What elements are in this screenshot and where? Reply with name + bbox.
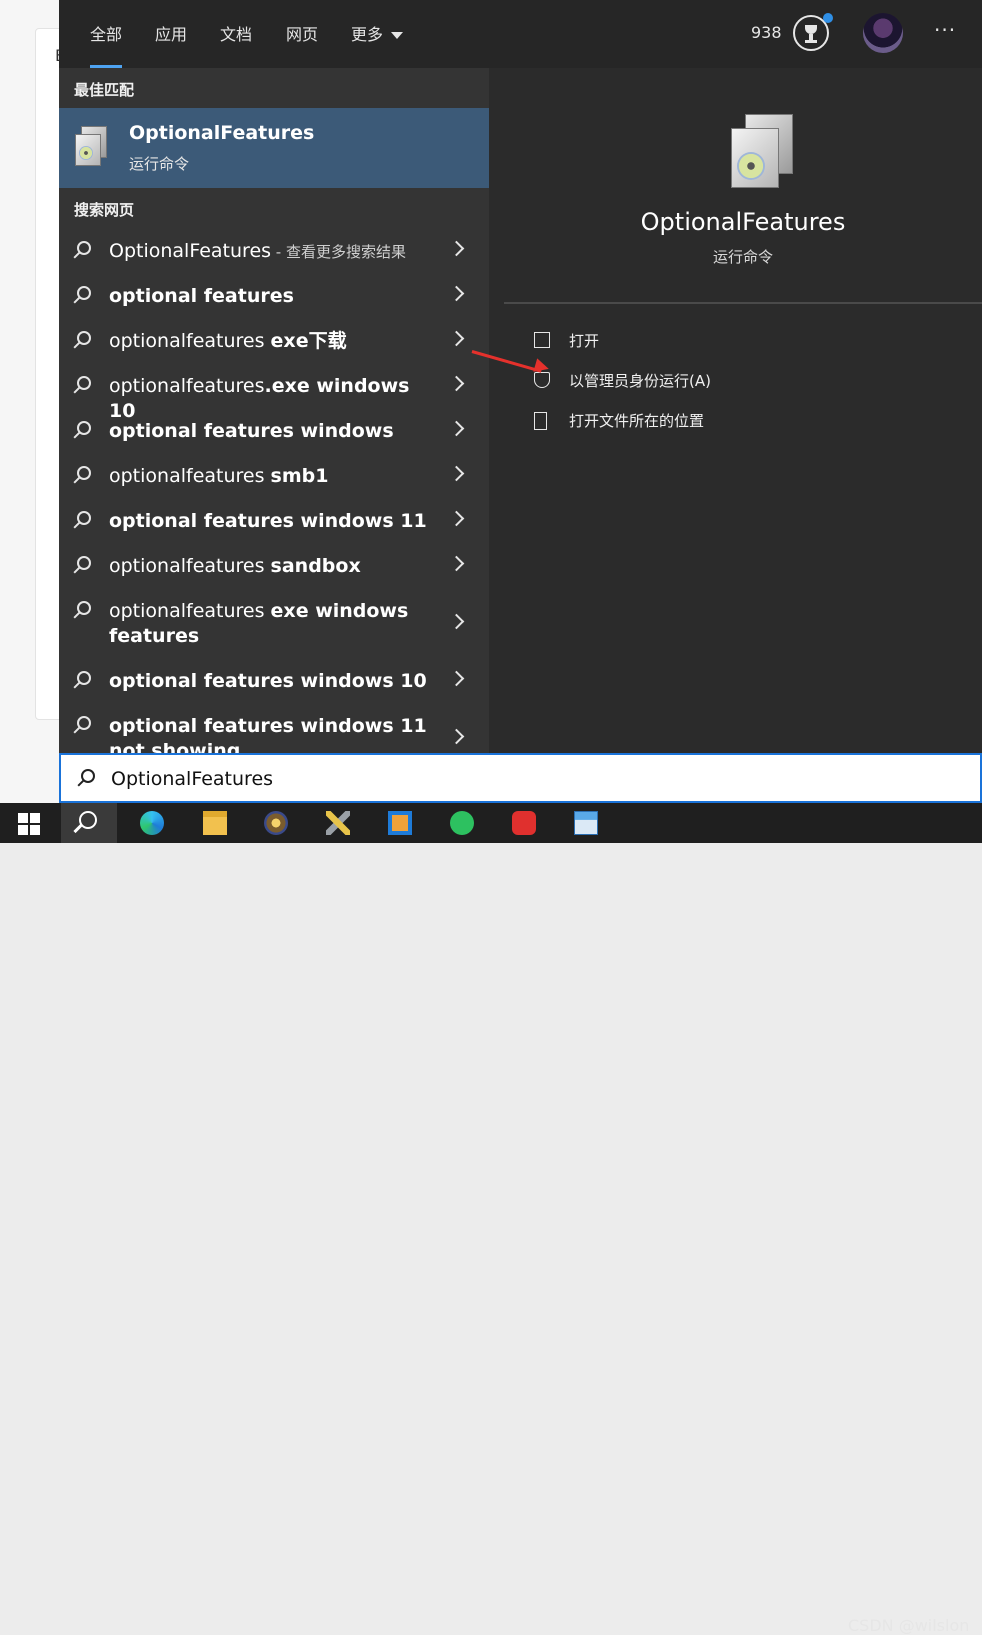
open-icon [534,332,550,348]
windows-start-button[interactable] [0,803,56,843]
result-text: optional features windows [109,420,394,442]
divider [504,302,982,304]
search-input[interactable] [109,765,813,793]
chevron-right-icon[interactable] [448,613,465,630]
action-label: 打开 [569,332,600,350]
tab-more-label: 更多 [351,25,384,44]
control-panel-icon [574,811,598,835]
detail-subtitle: 运行命令 [712,248,773,266]
chevron-right-icon[interactable] [448,240,465,257]
start-search-panel: 全部 应用 文档 网页 更多 938 ··· 最佳匹配 OptionalFeat… [59,0,982,753]
web-result[interactable]: optionalfeatures exe下载 [59,318,489,363]
edge-icon [140,811,164,835]
taskbar: CSDN @wilslon [0,803,982,1635]
app-red-icon [512,811,536,835]
action-label: 以管理员身份运行(A) [569,372,711,390]
search-icon [77,241,91,255]
web-result[interactable]: OptionalFeatures - 查看更多搜索结果 [59,228,489,273]
search-icon [77,601,91,615]
search-tabs-bar: 全部 应用 文档 网页 更多 938 ··· [59,0,982,68]
rewards-points: 938 [751,23,782,42]
tools-icon [326,811,350,835]
search-icon [77,671,91,685]
chevron-right-icon[interactable] [448,330,465,347]
search-icon [77,376,91,390]
web-result[interactable]: optional features windows 11 [59,498,489,543]
result-text: optional features windows 11 not showing [109,715,427,753]
result-text: optionalfeatures smb1 [109,465,329,487]
taskbar-tools[interactable] [310,803,366,843]
web-result[interactable]: optional features windows 10 [59,658,489,703]
windows-start-icon [18,813,40,835]
result-text: optionalfeatures exe下载 [109,330,347,352]
search-box [59,753,982,803]
chevron-right-icon[interactable] [448,420,465,437]
web-result[interactable]: optionalfeatures.exe windows 10 [59,363,489,422]
results-list: 最佳匹配 OptionalFeatures 运行命令 搜索网页 Optional… [59,68,489,753]
detail-title: OptionalFeatures [640,208,846,236]
chevron-right-icon[interactable] [448,285,465,302]
web-result[interactable]: optionalfeatures exe windows features [59,588,489,658]
search-icon [77,331,91,345]
optional-features-large-icon [729,114,801,190]
rewards-trophy-icon[interactable] [793,13,833,51]
chevron-right-icon[interactable] [448,670,465,687]
watermark: CSDN @wilslon [848,1616,970,1635]
tab-web[interactable]: 网页 [286,22,318,48]
user-avatar[interactable] [863,13,903,53]
web-result[interactable]: optional features windows 11 not showing [59,703,489,753]
chevron-right-icon[interactable] [448,510,465,527]
app-icon [264,811,288,835]
search-icon [77,511,91,525]
search-icon [77,466,91,480]
taskbar-virtualbox[interactable] [372,803,428,843]
best-match-item[interactable]: OptionalFeatures 运行命令 [59,108,489,188]
chevron-down-icon [391,32,404,39]
detail-pane: OptionalFeatures 运行命令 打开 以管理员身份运行(A) 打开文… [504,82,982,753]
result-text: optionalfeatures sandbox [109,555,361,577]
taskbar-control-panel[interactable] [558,803,614,843]
result-text: OptionalFeatures - 查看更多搜索结果 [109,240,406,262]
web-result[interactable]: optional features [59,273,489,318]
web-result[interactable]: optionalfeatures sandbox [59,543,489,588]
best-match-label: 最佳匹配 [74,81,135,99]
search-icon [81,769,95,783]
notification-dot [823,13,833,23]
search-icon [77,421,91,435]
tab-all[interactable]: 全部 [90,22,123,68]
chevron-right-icon[interactable] [448,728,465,745]
action-label: 打开文件所在的位置 [569,412,705,430]
result-text: optional features [109,285,294,307]
web-result[interactable]: optional features windows [59,408,489,453]
chevron-right-icon[interactable] [448,555,465,572]
result-text: optional features windows 10 [109,670,427,692]
optional-features-app-icon [73,126,109,166]
web-search-label: 搜索网页 [74,201,135,219]
file-location-icon [534,412,547,430]
search-icon [77,556,91,570]
more-options-icon[interactable]: ··· [934,18,956,42]
taskbar-search-button[interactable] [61,803,117,843]
chevron-right-icon[interactable] [448,375,465,392]
tab-documents[interactable]: 文档 [220,22,252,48]
best-match-subtitle: 运行命令 [129,155,190,173]
search-icon [77,286,91,300]
search-icon [77,716,91,730]
taskbar-file-explorer[interactable] [187,803,243,843]
taskbar-app-red[interactable] [496,803,552,843]
best-match-title: OptionalFeatures [129,122,315,144]
virtualbox-icon [388,811,412,835]
chevron-right-icon[interactable] [448,465,465,482]
file-explorer-icon [203,811,227,835]
result-text: optionalfeatures exe windows features [109,600,409,647]
result-text: optional features windows 11 [109,510,427,532]
web-result[interactable]: optionalfeatures smb1 [59,453,489,498]
tab-more[interactable]: 更多 [351,22,404,48]
wechat-icon [450,811,474,835]
search-icon [79,811,97,829]
taskbar-app[interactable] [248,803,304,843]
taskbar-wechat[interactable] [434,803,490,843]
tab-apps[interactable]: 应用 [155,22,187,48]
taskbar-edge[interactable] [124,803,180,843]
